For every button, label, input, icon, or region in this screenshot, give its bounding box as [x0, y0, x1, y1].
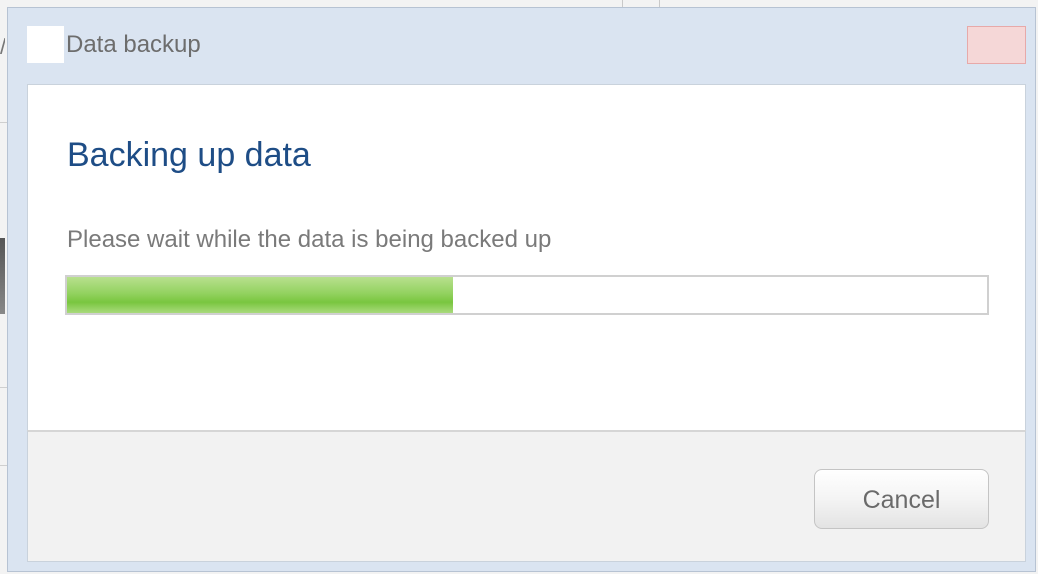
background-edge-fragment: /	[0, 30, 5, 64]
cancel-button[interactable]: Cancel	[814, 469, 989, 529]
backup-dialog: Data backup Backing up data Please wait …	[7, 7, 1036, 572]
status-message: Please wait while the data is being back…	[67, 226, 552, 253]
dialog-heading: Backing up data	[67, 136, 311, 174]
dialog-content: Backing up data Please wait while the da…	[27, 84, 1026, 430]
dialog-title: Data backup	[66, 31, 201, 58]
progress-fill	[67, 277, 454, 313]
background-edge-fragment	[0, 238, 5, 314]
app-icon	[27, 26, 64, 63]
dialog-titlebar[interactable]: Data backup	[8, 8, 1035, 84]
backup-progress-bar	[65, 275, 989, 315]
close-icon[interactable]	[967, 26, 1026, 64]
dialog-footer: Cancel	[27, 430, 1026, 562]
